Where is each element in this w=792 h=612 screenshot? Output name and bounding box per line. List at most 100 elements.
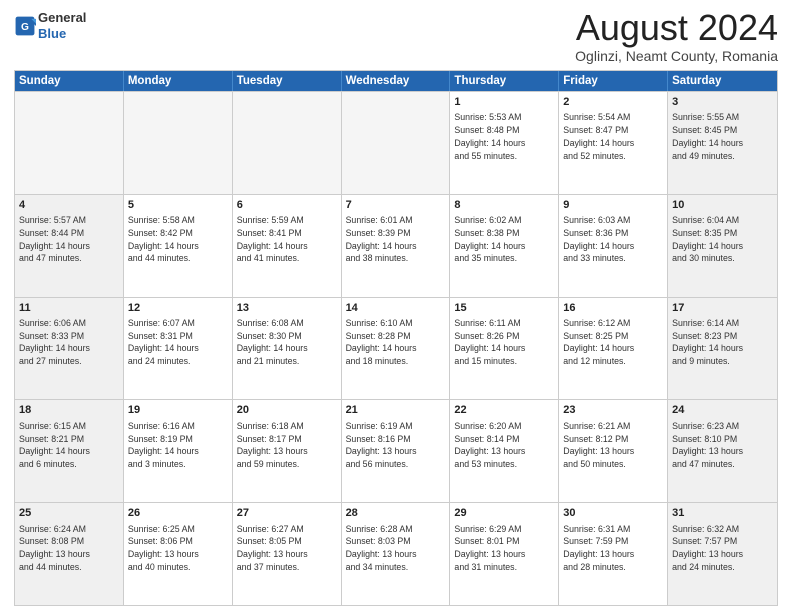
cell-info: Sunrise: 6:06 AM Sunset: 8:33 PM Dayligh… xyxy=(19,317,119,368)
calendar-cell: 21 Sunrise: 6:19 AM Sunset: 8:16 PM Dayli… xyxy=(342,400,451,502)
cell-info: Sunrise: 6:11 AM Sunset: 8:26 PM Dayligh… xyxy=(454,317,554,368)
calendar-header-cell: Thursday xyxy=(450,71,559,91)
calendar-cell: 22 Sunrise: 6:20 AM Sunset: 8:14 PM Dayli… xyxy=(450,400,559,502)
cell-info: Sunrise: 6:21 AM Sunset: 8:12 PM Dayligh… xyxy=(563,420,663,471)
day-number: 17 xyxy=(672,301,773,316)
day-number: 11 xyxy=(19,301,119,316)
day-number: 27 xyxy=(237,506,337,521)
cell-info: Sunrise: 6:29 AM Sunset: 8:01 PM Dayligh… xyxy=(454,523,554,574)
day-number: 20 xyxy=(237,403,337,418)
day-number: 21 xyxy=(346,403,446,418)
title-block: August 2024 Oglinzi, Neamt County, Roman… xyxy=(575,10,778,64)
calendar-cell: 27 Sunrise: 6:27 AM Sunset: 8:05 PM Dayli… xyxy=(233,503,342,605)
calendar-header: SundayMondayTuesdayWednesdayThursdayFrid… xyxy=(15,71,777,91)
cell-info: Sunrise: 6:01 AM Sunset: 8:39 PM Dayligh… xyxy=(346,214,446,265)
svg-text:G: G xyxy=(21,22,29,33)
day-number: 10 xyxy=(672,198,773,213)
logo: G General Blue xyxy=(14,10,86,41)
cell-info: Sunrise: 6:28 AM Sunset: 8:03 PM Dayligh… xyxy=(346,523,446,574)
calendar-cell: 9Sunrise: 6:03 AM Sunset: 8:36 PM Daylig… xyxy=(559,195,668,297)
cell-info: Sunrise: 5:57 AM Sunset: 8:44 PM Dayligh… xyxy=(19,214,119,265)
cell-info: Sunrise: 6:12 AM Sunset: 8:25 PM Dayligh… xyxy=(563,317,663,368)
calendar-row: 25Sunrise: 6:24 AM Sunset: 8:08 PM Dayli… xyxy=(15,502,777,605)
day-number: 26 xyxy=(128,506,228,521)
day-number: 6 xyxy=(237,198,337,213)
calendar-cell: 29Sunrise: 6:29 AM Sunset: 8:01 PM Dayli… xyxy=(450,503,559,605)
calendar-header-cell: Tuesday xyxy=(233,71,342,91)
cell-info: Sunrise: 6:07 AM Sunset: 8:31 PM Dayligh… xyxy=(128,317,228,368)
calendar-cell: 14Sunrise: 6:10 AM Sunset: 8:28 PM Dayli… xyxy=(342,298,451,400)
day-number: 23 xyxy=(563,403,663,418)
cell-info: Sunrise: 6:23 AM Sunset: 8:10 PM Dayligh… xyxy=(672,420,773,471)
calendar-cell: 13Sunrise: 6:08 AM Sunset: 8:30 PM Dayli… xyxy=(233,298,342,400)
day-number: 15 xyxy=(454,301,554,316)
calendar-cell xyxy=(233,92,342,194)
cell-info: Sunrise: 6:03 AM Sunset: 8:36 PM Dayligh… xyxy=(563,214,663,265)
cell-info: Sunrise: 5:58 AM Sunset: 8:42 PM Dayligh… xyxy=(128,214,228,265)
calendar-cell: 16Sunrise: 6:12 AM Sunset: 8:25 PM Dayli… xyxy=(559,298,668,400)
calendar-cell: 12Sunrise: 6:07 AM Sunset: 8:31 PM Dayli… xyxy=(124,298,233,400)
calendar-cell: 23 Sunrise: 6:21 AM Sunset: 8:12 PM Dayli… xyxy=(559,400,668,502)
cell-info: Sunrise: 5:53 AM Sunset: 8:48 PM Dayligh… xyxy=(454,111,554,162)
calendar-row: 1Sunrise: 5:53 AM Sunset: 8:48 PM Daylig… xyxy=(15,91,777,194)
calendar-cell: 2Sunrise: 5:54 AM Sunset: 8:47 PM Daylig… xyxy=(559,92,668,194)
cell-info: Sunrise: 6:18 AM Sunset: 8:17 PM Dayligh… xyxy=(237,420,337,471)
day-number: 22 xyxy=(454,403,554,418)
calendar-body: 1Sunrise: 5:53 AM Sunset: 8:48 PM Daylig… xyxy=(15,91,777,605)
cell-info: Sunrise: 5:55 AM Sunset: 8:45 PM Dayligh… xyxy=(672,111,773,162)
calendar-cell: 7Sunrise: 6:01 AM Sunset: 8:39 PM Daylig… xyxy=(342,195,451,297)
cell-info: Sunrise: 6:27 AM Sunset: 8:05 PM Dayligh… xyxy=(237,523,337,574)
calendar-cell: 1Sunrise: 5:53 AM Sunset: 8:48 PM Daylig… xyxy=(450,92,559,194)
cell-info: Sunrise: 6:16 AM Sunset: 8:19 PM Dayligh… xyxy=(128,420,228,471)
day-number: 3 xyxy=(672,95,773,110)
cell-info: Sunrise: 6:31 AM Sunset: 7:59 PM Dayligh… xyxy=(563,523,663,574)
day-number: 16 xyxy=(563,301,663,316)
cell-info: Sunrise: 6:20 AM Sunset: 8:14 PM Dayligh… xyxy=(454,420,554,471)
calendar-cell: 11Sunrise: 6:06 AM Sunset: 8:33 PM Dayli… xyxy=(15,298,124,400)
logo-text: General Blue xyxy=(38,10,86,41)
calendar-header-cell: Friday xyxy=(559,71,668,91)
cell-info: Sunrise: 6:19 AM Sunset: 8:16 PM Dayligh… xyxy=(346,420,446,471)
calendar-cell: 15Sunrise: 6:11 AM Sunset: 8:26 PM Dayli… xyxy=(450,298,559,400)
calendar-header-cell: Saturday xyxy=(668,71,777,91)
calendar-cell: 24Sunrise: 6:23 AM Sunset: 8:10 PM Dayli… xyxy=(668,400,777,502)
page-container: G General Blue August 2024 Oglinzi, Neam… xyxy=(0,0,792,612)
calendar-row: 18Sunrise: 6:15 AM Sunset: 8:21 PM Dayli… xyxy=(15,399,777,502)
cell-info: Sunrise: 6:32 AM Sunset: 7:57 PM Dayligh… xyxy=(672,523,773,574)
calendar-header-cell: Sunday xyxy=(15,71,124,91)
day-number: 8 xyxy=(454,198,554,213)
calendar: SundayMondayTuesdayWednesdayThursdayFrid… xyxy=(14,70,778,606)
day-number: 9 xyxy=(563,198,663,213)
day-number: 2 xyxy=(563,95,663,110)
cell-info: Sunrise: 6:02 AM Sunset: 8:38 PM Dayligh… xyxy=(454,214,554,265)
calendar-row: 4Sunrise: 5:57 AM Sunset: 8:44 PM Daylig… xyxy=(15,194,777,297)
calendar-cell: 28 Sunrise: 6:28 AM Sunset: 8:03 PM Dayli… xyxy=(342,503,451,605)
day-number: 31 xyxy=(672,506,773,521)
day-number: 7 xyxy=(346,198,446,213)
day-number: 28 xyxy=(346,506,446,521)
calendar-cell: 5Sunrise: 5:58 AM Sunset: 8:42 PM Daylig… xyxy=(124,195,233,297)
cell-info: Sunrise: 6:14 AM Sunset: 8:23 PM Dayligh… xyxy=(672,317,773,368)
calendar-cell: 30 Sunrise: 6:31 AM Sunset: 7:59 PM Dayli… xyxy=(559,503,668,605)
calendar-cell: 8Sunrise: 6:02 AM Sunset: 8:38 PM Daylig… xyxy=(450,195,559,297)
page-subtitle: Oglinzi, Neamt County, Romania xyxy=(575,48,778,64)
cell-info: Sunrise: 6:10 AM Sunset: 8:28 PM Dayligh… xyxy=(346,317,446,368)
day-number: 30 xyxy=(563,506,663,521)
calendar-cell: 6Sunrise: 5:59 AM Sunset: 8:41 PM Daylig… xyxy=(233,195,342,297)
calendar-cell: 19 Sunrise: 6:16 AM Sunset: 8:19 PM Dayli… xyxy=(124,400,233,502)
calendar-cell: 26 Sunrise: 6:25 AM Sunset: 8:06 PM Dayli… xyxy=(124,503,233,605)
calendar-header-cell: Monday xyxy=(124,71,233,91)
day-number: 18 xyxy=(19,403,119,418)
calendar-cell xyxy=(15,92,124,194)
calendar-cell: 25Sunrise: 6:24 AM Sunset: 8:08 PM Dayli… xyxy=(15,503,124,605)
cell-info: Sunrise: 6:25 AM Sunset: 8:06 PM Dayligh… xyxy=(128,523,228,574)
day-number: 14 xyxy=(346,301,446,316)
day-number: 12 xyxy=(128,301,228,316)
calendar-header-cell: Wednesday xyxy=(342,71,451,91)
day-number: 19 xyxy=(128,403,228,418)
calendar-row: 11Sunrise: 6:06 AM Sunset: 8:33 PM Dayli… xyxy=(15,297,777,400)
page-header: G General Blue August 2024 Oglinzi, Neam… xyxy=(14,10,778,64)
day-number: 1 xyxy=(454,95,554,110)
cell-info: Sunrise: 6:04 AM Sunset: 8:35 PM Dayligh… xyxy=(672,214,773,265)
calendar-cell: 10Sunrise: 6:04 AM Sunset: 8:35 PM Dayli… xyxy=(668,195,777,297)
